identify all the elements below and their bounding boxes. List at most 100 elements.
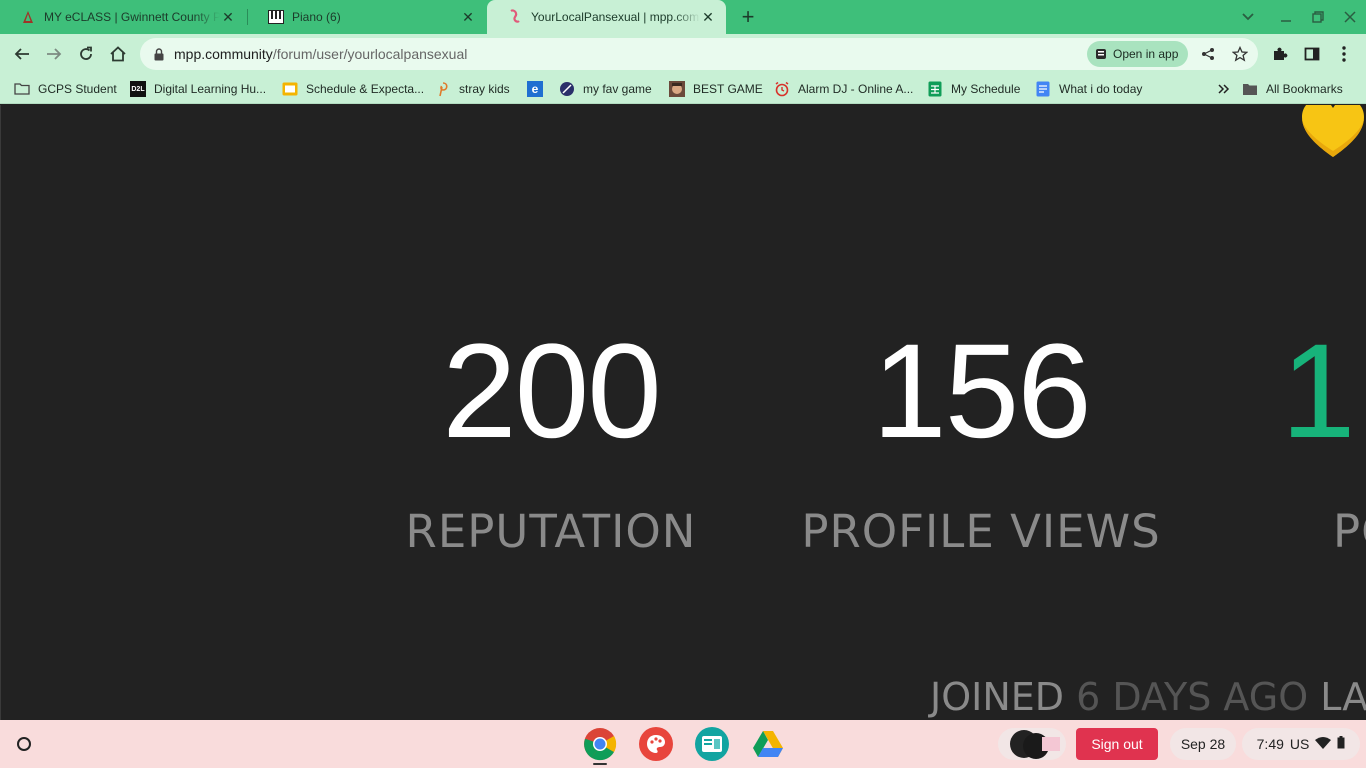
locale-text: US xyxy=(1289,736,1310,752)
forward-arrow-icon[interactable] xyxy=(40,40,68,68)
reputation-value: 200 xyxy=(442,317,662,466)
reload-icon[interactable] xyxy=(72,40,100,68)
piano-favicon-icon xyxy=(268,9,284,25)
classroom-app-icon[interactable] xyxy=(695,727,729,761)
sign-out-button[interactable]: Sign out xyxy=(1076,728,1158,760)
close-window-icon[interactable] xyxy=(1338,5,1362,29)
bookmark-label: Alarm DJ - Online A... xyxy=(798,82,914,96)
bookmark-digital-learning-hub[interactable]: D2L Digital Learning Hu... xyxy=(130,80,266,98)
bookmark-best-game[interactable]: BEST GAME xyxy=(669,80,763,98)
joined-line: JOINED 6 DAYS AGO LA xyxy=(930,675,1366,719)
bookmark-star-icon[interactable] xyxy=(1230,44,1250,64)
bookmark-label: Schedule & Expecta... xyxy=(306,82,425,96)
bookmark-gcps-student[interactable]: GCPS Student xyxy=(14,80,117,98)
joined-value: 6 DAYS AGO xyxy=(1076,675,1309,719)
bookmark-label: BEST GAME xyxy=(693,82,763,96)
back-arrow-icon[interactable] xyxy=(8,40,36,68)
google-drive-app-icon[interactable] xyxy=(751,727,785,761)
date-text: Sep 28 xyxy=(1180,736,1226,752)
profile-views-value: 156 xyxy=(872,317,1092,466)
lock-icon[interactable] xyxy=(152,46,166,62)
profile-views-stat: 156 PROFILE VIEWS xyxy=(791,317,1171,559)
bookmark-label: my fav game xyxy=(583,82,652,96)
url-path: /forum/user/yourlocalpansexual xyxy=(272,46,468,62)
slides-icon xyxy=(282,81,298,97)
close-tab-icon[interactable]: ✕ xyxy=(220,9,236,25)
all-bookmarks-label: All Bookmarks xyxy=(1266,82,1343,96)
e-logo-icon: e xyxy=(527,81,543,97)
restore-window-icon[interactable] xyxy=(1306,5,1330,29)
folder-icon xyxy=(14,81,30,97)
tote-holding-space[interactable] xyxy=(998,728,1066,760)
pinterest-style-icon xyxy=(435,81,451,97)
bookmark-what-i-do-today[interactable]: What i do today xyxy=(1035,80,1142,98)
sheets-icon xyxy=(927,81,943,97)
bookmark-my-fav-game[interactable]: my fav game xyxy=(559,80,652,98)
more-bookmarks-chevron-icon[interactable] xyxy=(1218,80,1230,98)
yellow-heart-icon xyxy=(1300,105,1366,163)
bookmark-stray-kids[interactable]: stray kids xyxy=(435,80,510,98)
bookmark-my-schedule[interactable]: My Schedule xyxy=(927,80,1020,98)
mpp-favicon-icon xyxy=(507,9,523,25)
all-bookmarks-folder[interactable]: All Bookmarks xyxy=(1242,80,1343,98)
reputation-label: REPUTATION xyxy=(405,505,697,558)
eclass-favicon-icon xyxy=(20,9,36,25)
tab-strip: MY eCLASS | Gwinnett County P ✕ Piano (6… xyxy=(0,0,1366,34)
folder-icon xyxy=(1242,81,1258,97)
joined-prefix: JOINED xyxy=(930,675,1065,719)
open-in-app-label: Open in app xyxy=(1113,47,1179,61)
chromeos-shelf: Sign out Sep 28 7:49 US xyxy=(0,720,1366,768)
side-panel-icon[interactable] xyxy=(1298,40,1326,68)
browser-toolbar: mpp.community/forum/user/yourlocalpansex… xyxy=(0,34,1366,74)
status-tray[interactable]: 7:49 US xyxy=(1242,728,1360,760)
bookmark-label: Digital Learning Hu... xyxy=(154,82,267,96)
minimize-window-icon[interactable] xyxy=(1274,5,1298,29)
chrome-app-icon[interactable] xyxy=(583,727,617,761)
tab-title: MY eCLASS | Gwinnett County P xyxy=(44,10,220,24)
screenshot-thumbnails-icon xyxy=(1010,730,1060,759)
last-online-partial: LA xyxy=(1320,675,1366,719)
game-logo-icon xyxy=(559,81,575,97)
launcher-circle-icon xyxy=(17,737,31,751)
open-in-app-button[interactable]: Open in app xyxy=(1087,41,1189,67)
bookmark-label: My Schedule xyxy=(951,82,1021,96)
posts-stat-partial: 1 PO xyxy=(1281,325,1366,559)
url-host: mpp.community xyxy=(174,46,273,62)
launcher-button[interactable] xyxy=(8,728,40,760)
home-icon[interactable] xyxy=(104,40,132,68)
docs-icon xyxy=(1035,81,1051,97)
url-text[interactable]: mpp.community/forum/user/yourlocalpansex… xyxy=(174,46,467,62)
alarm-clock-icon xyxy=(774,81,790,97)
d2l-logo-icon: D2L xyxy=(130,81,146,97)
address-bar[interactable]: mpp.community/forum/user/yourlocalpansex… xyxy=(140,38,1258,70)
bookmark-label: What i do today xyxy=(1059,82,1143,96)
tab-search-chevron-icon[interactable] xyxy=(1236,5,1260,29)
time-text: 7:49 xyxy=(1256,736,1284,752)
close-tab-icon[interactable]: ✕ xyxy=(700,9,716,25)
tab-mpp-profile[interactable]: YourLocalPansexual | mpp.com ✕ xyxy=(487,0,726,34)
posts-label: PO xyxy=(1333,505,1366,558)
bookmark-alarm-dj[interactable]: Alarm DJ - Online A... xyxy=(774,80,913,98)
wifi-icon xyxy=(1315,736,1332,752)
new-tab-button[interactable]: + xyxy=(736,4,760,29)
date-tray[interactable]: Sep 28 xyxy=(1170,728,1236,760)
canvas-app-icon[interactable] xyxy=(639,727,673,761)
open-in-app-icon xyxy=(1096,49,1106,59)
battery-icon xyxy=(1337,736,1345,752)
avatar-face-icon xyxy=(669,81,685,97)
extensions-puzzle-icon[interactable] xyxy=(1266,40,1294,68)
running-indicator xyxy=(593,763,607,765)
more-menu-icon[interactable] xyxy=(1330,40,1358,68)
tab-title: YourLocalPansexual | mpp.com xyxy=(531,10,700,24)
bookmark-label: stray kids xyxy=(459,82,510,96)
bookmark-edge-icon-only[interactable]: e xyxy=(527,80,543,98)
close-tab-icon[interactable]: ✕ xyxy=(460,9,476,25)
bookmarks-bar: GCPS Student D2L Digital Learning Hu... … xyxy=(0,74,1366,104)
tab-title: Piano (6) xyxy=(292,10,341,24)
tab-piano[interactable]: Piano (6) ✕ xyxy=(248,0,486,34)
bookmark-schedule-expectations[interactable]: Schedule & Expecta... xyxy=(282,80,424,98)
share-icon[interactable] xyxy=(1198,44,1218,64)
bookmark-label: GCPS Student xyxy=(38,82,117,96)
reputation-stat: 200 REPUTATION xyxy=(371,317,731,559)
tab-eclass[interactable]: MY eCLASS | Gwinnett County P ✕ xyxy=(0,0,246,34)
